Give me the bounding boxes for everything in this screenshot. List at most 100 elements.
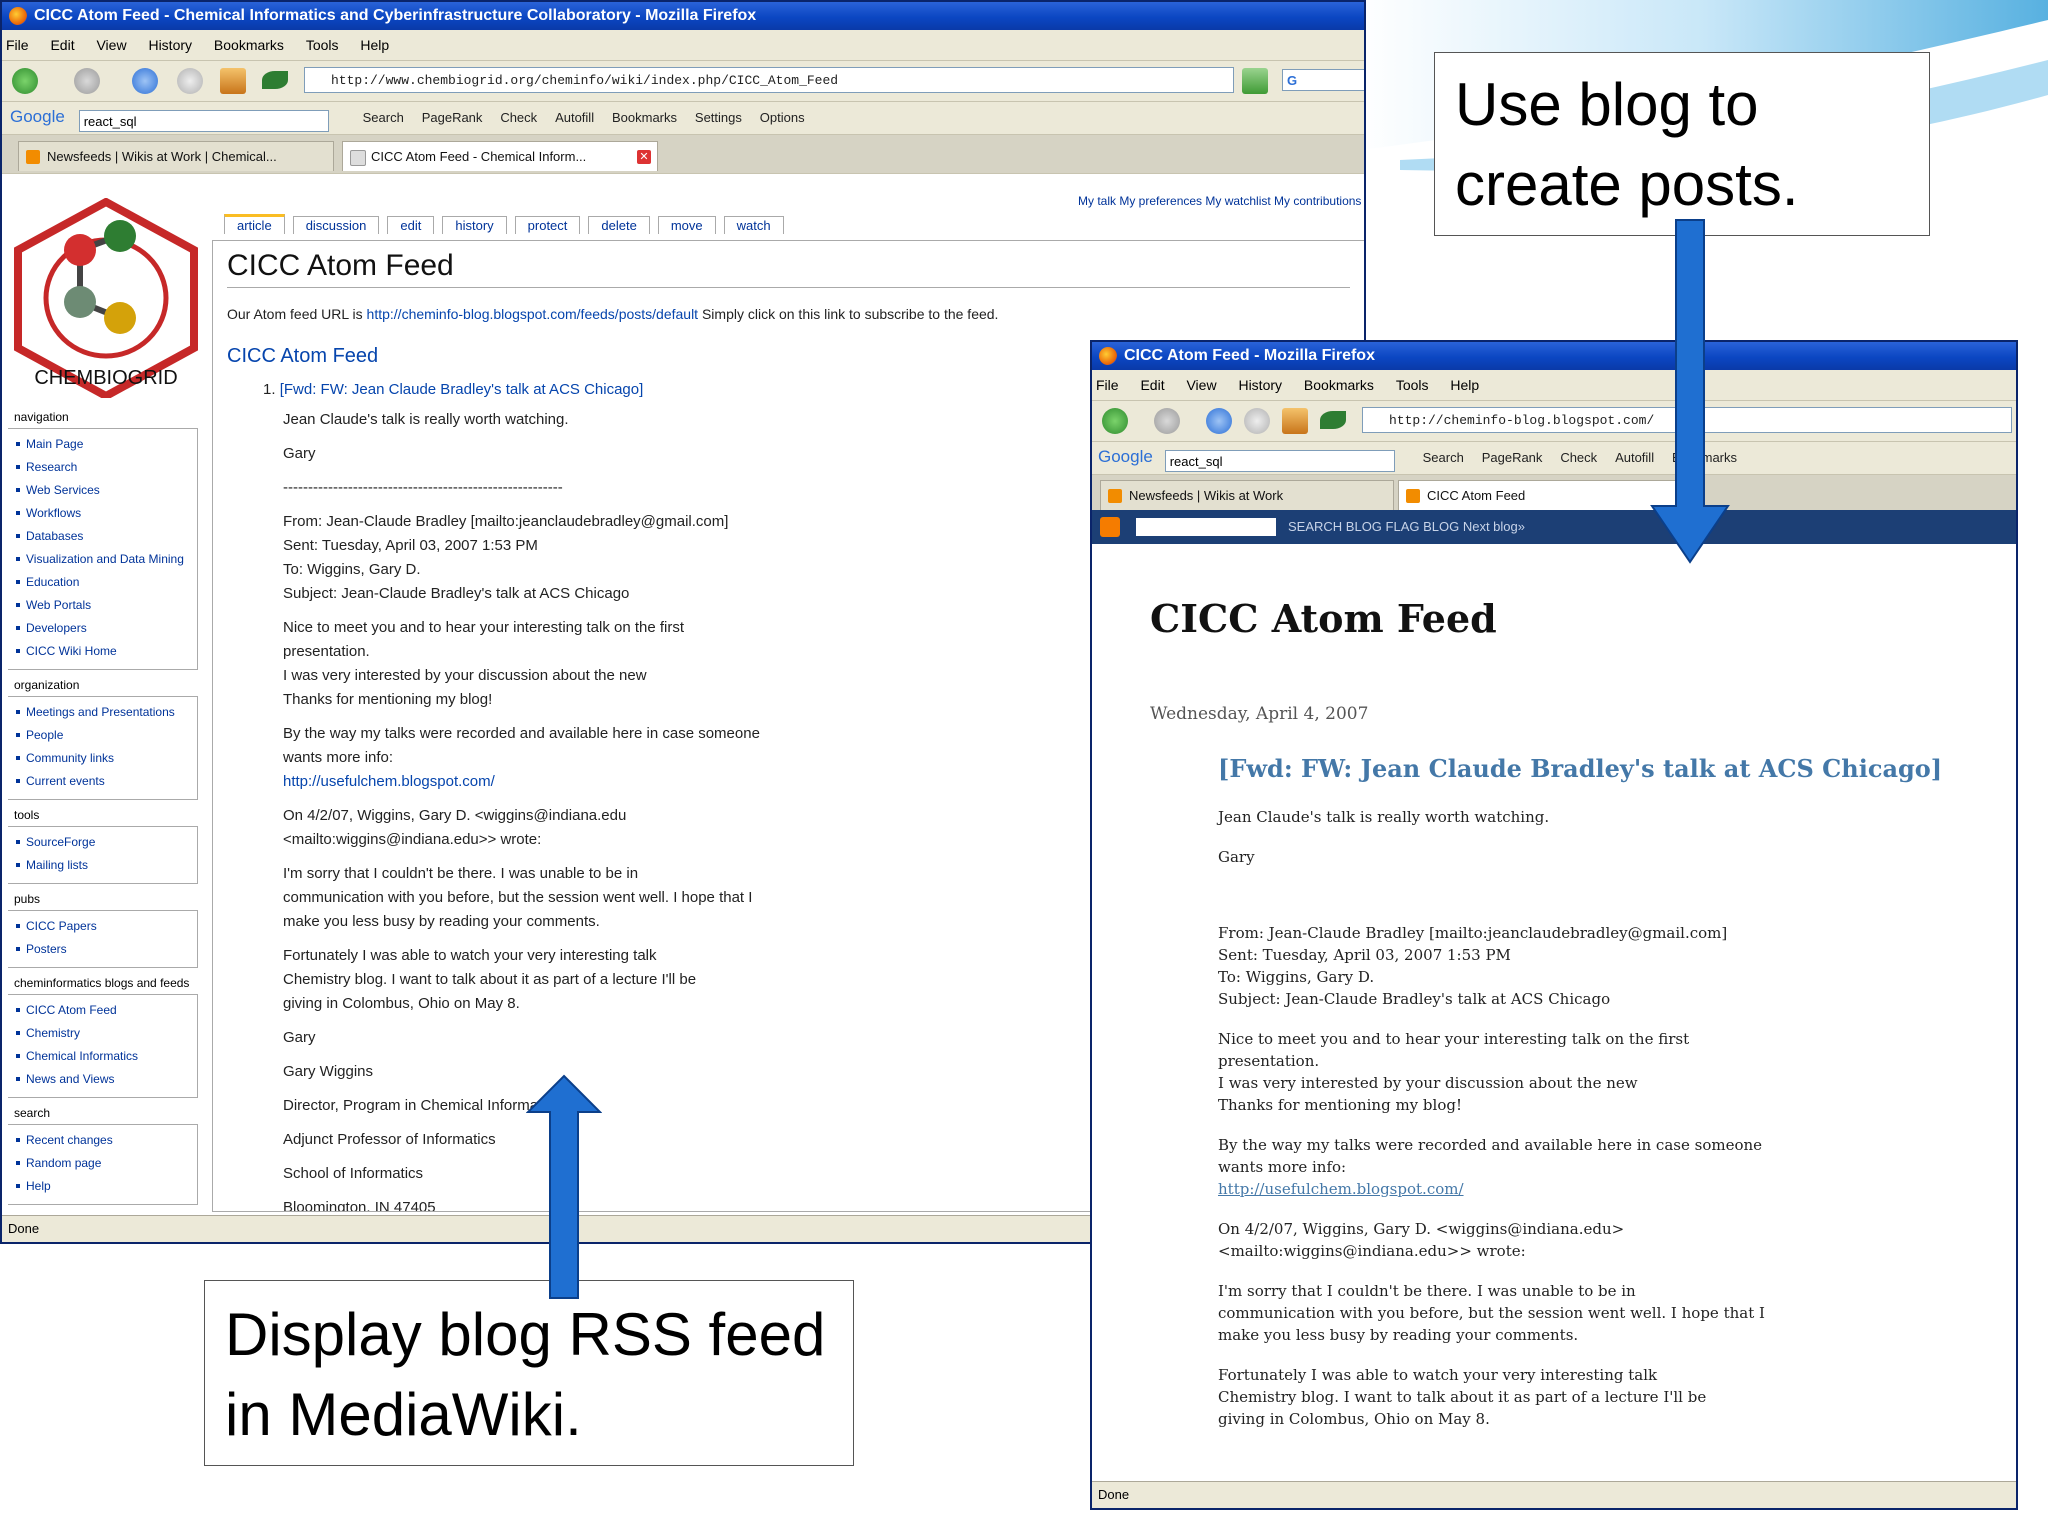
menu-help[interactable]: Help [1450,370,1479,400]
back-icon[interactable] [12,68,38,94]
home-icon[interactable] [1282,408,1308,434]
tab-history[interactable]: history [442,216,507,234]
menu-file[interactable]: File [1096,370,1119,400]
toolbar-autofill[interactable]: Autofill [555,103,594,133]
bookmark-leaf-icon[interactable] [262,71,288,89]
sidebar-item[interactable]: Random page [8,1152,197,1175]
sidebar-item[interactable]: Workflows [8,502,197,525]
tab-delete[interactable]: delete [588,216,650,234]
menu-file[interactable]: File [6,30,29,60]
blogger-search-input[interactable] [1136,518,1276,536]
menu-bookmarks[interactable]: Bookmarks [214,30,284,60]
sidebar-item[interactable]: CICC Wiki Home [8,640,197,663]
menu-history[interactable]: History [148,30,192,60]
wiki-search-engine-box[interactable]: G [1282,69,1364,91]
reload-icon[interactable] [1206,408,1232,434]
forward-icon[interactable] [1154,408,1180,434]
blog-page: CICC Atom Feed Wednesday, April 4, 2007 … [1092,544,2016,1480]
toolbar-bookmarks[interactable]: Bookmarks [612,103,677,133]
blog-title[interactable]: CICC Atom Feed [1150,596,1497,641]
sidebar-item[interactable]: SourceForge [8,831,197,854]
callout-use-blog-text: Use blog to create posts. [1455,71,1799,218]
post-line: wants more info: [1218,1158,1347,1176]
forward-icon[interactable] [74,68,100,94]
sidebar-item[interactable]: Current events [8,770,197,793]
tab-article[interactable]: article [224,214,285,234]
post-link[interactable]: http://usefulchem.blogspot.com/ [1218,1178,1818,1200]
close-tab-icon[interactable]: ✕ [637,150,651,164]
sidebar-item[interactable]: News and Views [8,1068,197,1091]
menu-view[interactable]: View [1186,370,1216,400]
stop-icon[interactable] [1244,408,1270,434]
sidebar-item[interactable]: Mailing lists [8,854,197,877]
toolbar-autofill[interactable]: Autofill [1615,443,1654,473]
post-line: Thanks for mentioning my blog! [1218,1096,1462,1114]
stop-icon[interactable] [177,68,203,94]
wiki-url-bar[interactable]: http://www.chembiogrid.org/cheminfo/wiki… [304,67,1234,93]
post-line: presentation. [1218,1052,1320,1070]
toolbar-search-button[interactable]: Search [1423,443,1464,473]
blog-tab-cicc-atom-feed[interactable]: CICC Atom Feed [1398,480,1692,510]
toolbar-search-button[interactable]: Search [363,103,404,133]
wiki-tab-newsfeeds[interactable]: Newsfeeds | Wikis at Work | Chemical... [18,141,334,171]
sidebar-item[interactable]: CICC Papers [8,915,197,938]
sidebar-item[interactable]: Help [8,1175,197,1198]
tab-edit[interactable]: edit [387,216,435,234]
toolbar-check[interactable]: Check [1560,443,1597,473]
tab-discussion[interactable]: discussion [292,216,380,234]
home-icon[interactable] [220,68,246,94]
menu-help[interactable]: Help [360,30,389,60]
menu-tools[interactable]: Tools [306,30,339,60]
post-line: make you less busy by reading your comme… [1218,1326,1579,1344]
sidebar-item[interactable]: Visualization and Data Mining [8,548,197,571]
sidebar-item[interactable]: Web Portals [8,594,197,617]
sidebar-item[interactable]: CICC Atom Feed [8,999,197,1022]
menu-edit[interactable]: Edit [1140,370,1164,400]
sidebar-item[interactable]: Databases [8,525,197,548]
toolbar-pagerank[interactable]: PageRank [1482,443,1543,473]
toolbar-check[interactable]: Check [500,103,537,133]
sidebar-item[interactable]: Education [8,571,197,594]
feed-url-link[interactable]: http://cheminfo-blog.blogspot.com/feeds/… [367,306,699,322]
toolbar-options[interactable]: Options [760,103,805,133]
blog-google-search-input[interactable]: react_sql [1164,450,1395,472]
blogger-nav-links[interactable]: SEARCH BLOG FLAG BLOG Next blog» [1288,510,1525,544]
sidebar-item[interactable]: Web Services [8,479,197,502]
wiki-user-links[interactable]: My talk My preferences My watchlist My c… [1078,194,1364,208]
sidebar-item[interactable]: Meetings and Presentations [8,701,197,724]
wiki-google-search-input[interactable]: react_sql [78,110,329,132]
firefox-icon [1099,347,1117,365]
menu-edit[interactable]: Edit [50,30,74,60]
sidebar-item[interactable]: Posters [8,938,197,961]
wiki-tab-cicc-atom-feed[interactable]: CICC Atom Feed - Chemical Inform... ✕ [342,141,658,171]
sidebar-item[interactable]: People [8,724,197,747]
toolbar-settings[interactable]: Settings [695,103,742,133]
sidebar-item[interactable]: Community links [8,747,197,770]
feed-post-link[interactable]: [Fwd: FW: Jean Claude Bradley's talk at … [280,381,644,398]
sidebar-blogs-box: CICC Atom Feed Chemistry Chemical Inform… [8,994,198,1098]
reload-icon[interactable] [132,68,158,94]
blogger-navbar: SEARCH BLOG FLAG BLOG Next blog» [1092,510,2016,544]
sidebar-item[interactable]: Recent changes [8,1129,197,1152]
blog-window-titlebar[interactable]: CICC Atom Feed - Mozilla Firefox [1092,342,2016,370]
sidebar-item[interactable]: Chemistry [8,1022,197,1045]
sidebar-item[interactable]: Developers [8,617,197,640]
toolbar-pagerank[interactable]: PageRank [422,103,483,133]
wiki-window-titlebar[interactable]: CICC Atom Feed - Chemical Informatics an… [2,2,1364,30]
tab-protect[interactable]: protect [514,216,581,234]
tab-watch[interactable]: watch [723,216,784,234]
bookmark-leaf-icon[interactable] [1320,411,1346,429]
menu-tools[interactable]: Tools [1396,370,1429,400]
sidebar-item[interactable]: Main Page [8,433,197,456]
tab-move[interactable]: move [657,216,716,234]
sidebar-item[interactable]: Research [8,456,197,479]
sidebar-item[interactable]: Chemical Informatics [8,1045,197,1068]
menu-history[interactable]: History [1238,370,1282,400]
blog-post-title[interactable]: [Fwd: FW: Jean Claude Bradley's talk at … [1218,754,1942,783]
go-icon[interactable] [1242,68,1268,94]
menu-bookmarks[interactable]: Bookmarks [1304,370,1374,400]
blog-tab-newsfeeds[interactable]: Newsfeeds | Wikis at Work [1100,480,1394,510]
menu-view[interactable]: View [96,30,126,60]
back-icon[interactable] [1102,408,1128,434]
firefox-icon [9,7,27,25]
